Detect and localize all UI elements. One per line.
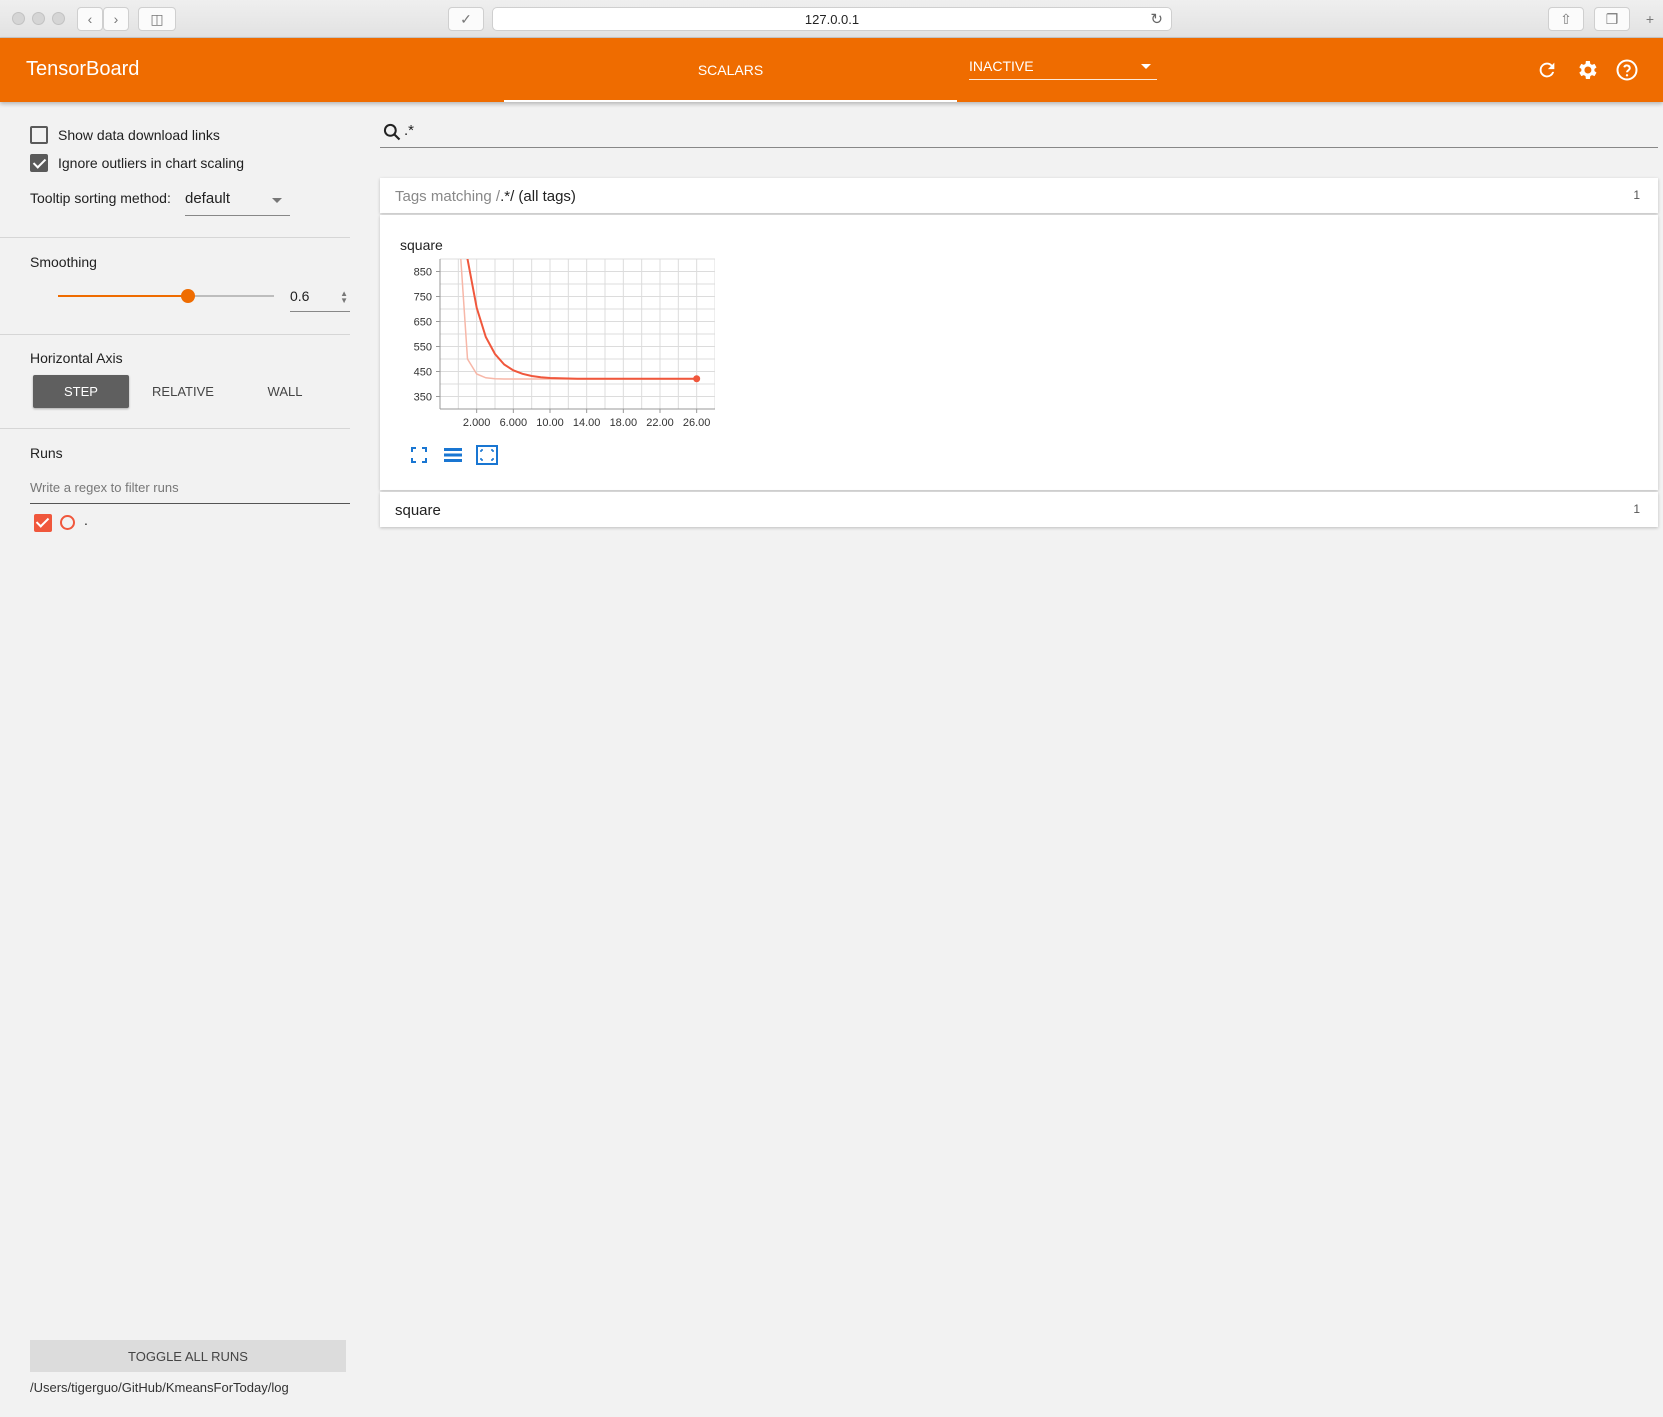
fullscreen-icon[interactable] bbox=[408, 445, 430, 465]
y-tick-label: 850 bbox=[414, 267, 432, 279]
run-radio[interactable] bbox=[60, 515, 75, 530]
browser-toolbar: ‹ › ◫ ✓ 127.0.0.1 ↻ ⇧ ❐ + bbox=[0, 0, 1663, 38]
section-divider bbox=[0, 237, 350, 238]
ignore-outliers-label: Ignore outliers in chart scaling bbox=[58, 155, 244, 171]
smoothing-slider[interactable] bbox=[58, 289, 274, 303]
tag-search-input[interactable]: .* bbox=[380, 118, 1658, 148]
show-download-label: Show data download links bbox=[58, 127, 220, 143]
y-tick-label: 350 bbox=[414, 392, 432, 404]
tab-indicator bbox=[504, 100, 957, 102]
sidebar: Show data download links Ignore outliers… bbox=[0, 102, 352, 1417]
tag-search-value: .* bbox=[404, 122, 415, 139]
tags-matching-regex: .* bbox=[500, 188, 511, 205]
smoothing-slider-fill bbox=[58, 295, 188, 297]
runs-title: Runs bbox=[30, 445, 63, 461]
horizontal-axis-title: Horizontal Axis bbox=[30, 350, 123, 366]
back-icon[interactable]: ‹ bbox=[77, 7, 103, 31]
tag-group-square-title: square bbox=[395, 502, 441, 519]
fit-domain-icon[interactable] bbox=[476, 445, 498, 465]
tag-group-square[interactable]: square 1 bbox=[380, 492, 1658, 527]
new-tab-icon[interactable]: + bbox=[1640, 7, 1660, 31]
app-header: TensorBoard SCALARS INACTIVE bbox=[0, 38, 1663, 102]
run-name: . bbox=[84, 512, 88, 528]
extension-icon[interactable]: ✓ bbox=[448, 7, 484, 31]
help-icon[interactable] bbox=[1613, 56, 1641, 84]
tooltip-sorting-label: Tooltip sorting method: bbox=[30, 190, 171, 206]
x-tick-label: 26.00 bbox=[683, 417, 711, 429]
y-tick-label: 650 bbox=[414, 317, 432, 329]
axis-step-button[interactable]: STEP bbox=[33, 375, 129, 408]
series-line-raw bbox=[460, 259, 697, 380]
url-bar[interactable]: 127.0.0.1 ↻ bbox=[492, 7, 1172, 31]
smoothing-input[interactable]: 0.6 ▲ ▼ bbox=[290, 282, 350, 312]
search-icon bbox=[383, 123, 401, 141]
x-tick-label: 22.00 bbox=[646, 417, 674, 429]
chevron-down-icon bbox=[272, 198, 282, 203]
url-text: 127.0.0.1 bbox=[804, 11, 860, 27]
tabs-icon[interactable]: ❐ bbox=[1594, 7, 1630, 31]
smoothing-title: Smoothing bbox=[30, 254, 97, 270]
x-tick-label: 10.00 bbox=[536, 417, 564, 429]
axis-relative-button[interactable]: RELATIVE bbox=[135, 375, 231, 408]
ignore-outliers-checkbox[interactable] bbox=[30, 154, 48, 172]
chevron-down-icon bbox=[1141, 64, 1151, 69]
chart-title: square bbox=[400, 237, 443, 253]
show-download-links-row[interactable]: Show data download links bbox=[30, 126, 220, 144]
scalar-card: square 850 750 650 550 450 350 2.000 6.000 10.00… bbox=[380, 215, 1658, 490]
section-divider bbox=[0, 428, 350, 429]
tooltip-sorting-value: default bbox=[185, 190, 231, 207]
forward-icon[interactable]: › bbox=[103, 7, 129, 31]
y-tick-label: 450 bbox=[414, 367, 432, 379]
stepper-icon[interactable]: ▲ ▼ bbox=[340, 290, 348, 305]
toggle-all-runs-button[interactable]: TOGGLE ALL RUNS bbox=[30, 1340, 346, 1372]
y-tick-label: 550 bbox=[414, 342, 432, 354]
run-checkbox[interactable] bbox=[34, 514, 52, 532]
tooltip-sorting-select[interactable]: default bbox=[185, 184, 290, 216]
axis-wall-button[interactable]: WALL bbox=[237, 375, 333, 408]
scalar-chart[interactable]: 850 750 650 550 450 350 2.000 6.000 10.00 14.00 18… bbox=[395, 257, 715, 442]
tags-matching-suffix: / (all tags) bbox=[510, 188, 576, 205]
x-tick-label: 6.000 bbox=[500, 417, 528, 429]
settings-gear-icon[interactable] bbox=[1573, 56, 1601, 84]
x-tick-label: 2.000 bbox=[463, 417, 491, 429]
tag-group-count: 1 bbox=[1633, 188, 1640, 202]
app-title: TensorBoard bbox=[26, 58, 140, 80]
runs-filter-input[interactable]: Write a regex to filter runs bbox=[30, 472, 350, 504]
inactive-dropdown-label: INACTIVE bbox=[969, 58, 1034, 74]
share-icon[interactable]: ⇧ bbox=[1548, 7, 1584, 31]
tab-scalars[interactable]: SCALARS bbox=[504, 38, 957, 102]
section-divider bbox=[0, 334, 350, 335]
runs-filter-placeholder: Write a regex to filter runs bbox=[30, 480, 179, 495]
tab-scalars-label: SCALARS bbox=[697, 62, 764, 78]
chart-toolbar bbox=[408, 445, 498, 465]
y-tick-label: 750 bbox=[414, 292, 432, 304]
close-window-button[interactable] bbox=[12, 12, 25, 25]
inactive-dropdown[interactable]: INACTIVE bbox=[969, 50, 1157, 80]
series-line-smoothed bbox=[466, 259, 697, 380]
smoothing-value: 0.6 bbox=[290, 288, 310, 304]
tag-group-square-count: 1 bbox=[1633, 502, 1640, 516]
sidebar-toggle-icon[interactable]: ◫ bbox=[138, 7, 176, 31]
x-tick-label: 18.00 bbox=[610, 417, 638, 429]
reload-data-icon[interactable] bbox=[1533, 56, 1561, 84]
smoothing-slider-knob[interactable] bbox=[180, 289, 195, 303]
ignore-outliers-row[interactable]: Ignore outliers in chart scaling bbox=[30, 154, 244, 172]
tag-group-header[interactable]: Tags matching /.*/ (all tags) 1 bbox=[380, 178, 1658, 213]
reload-icon[interactable]: ↻ bbox=[1150, 10, 1163, 28]
zoom-window-button[interactable] bbox=[52, 12, 65, 25]
tags-matching-prefix: Tags matching / bbox=[395, 188, 501, 205]
minimize-window-button[interactable] bbox=[32, 12, 45, 25]
data-table-icon[interactable] bbox=[442, 445, 464, 465]
last-point-marker bbox=[693, 375, 701, 383]
tag-group-title: Tags matching /.*/ (all tags) bbox=[395, 188, 576, 205]
show-download-checkbox[interactable] bbox=[30, 126, 48, 144]
logdir-path: /Users/tigerguo/GitHub/KmeansForToday/lo… bbox=[30, 1380, 289, 1395]
x-tick-label: 14.00 bbox=[573, 417, 601, 429]
